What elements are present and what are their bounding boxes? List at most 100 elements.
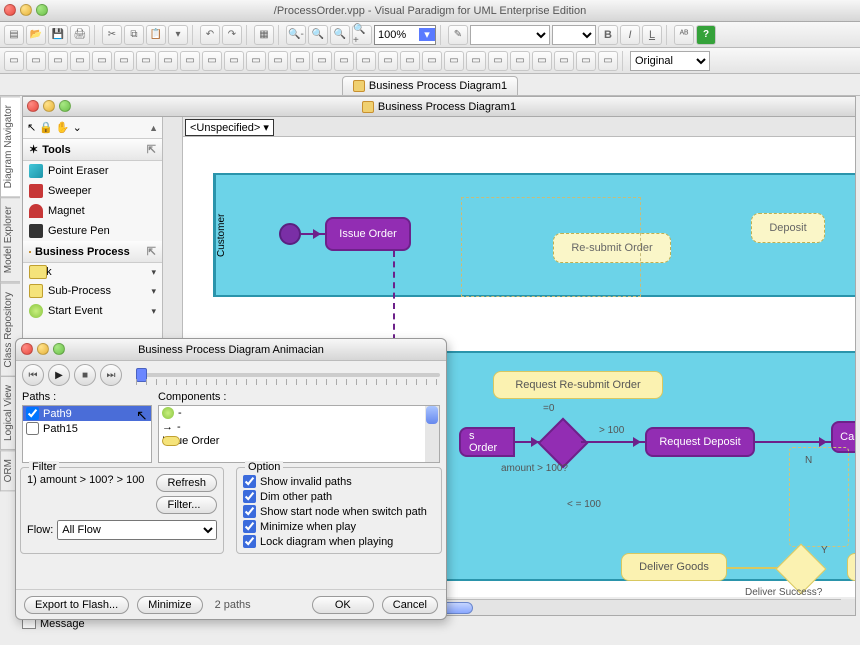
minimize-icon[interactable]	[43, 100, 55, 112]
help-icon[interactable]: ?	[696, 25, 716, 45]
cancel-button[interactable]: Cancel	[382, 596, 438, 614]
task-deposit[interactable]: Deposit	[751, 213, 825, 243]
tb2-4[interactable]: ▭	[70, 51, 90, 71]
opt-minimize-play[interactable]: Minimize when play	[243, 519, 435, 534]
lock-icon[interactable]: 🔒	[39, 121, 53, 134]
zoom-icon[interactable]	[53, 343, 65, 355]
tb2-6[interactable]: ▭	[114, 51, 134, 71]
progress-slider[interactable]	[136, 373, 440, 377]
tb2-23[interactable]: ▭	[488, 51, 508, 71]
collapse-up-icon[interactable]: ▲	[149, 123, 158, 133]
undo-icon[interactable]: ↶	[200, 25, 220, 45]
pan-icon[interactable]: ✋	[56, 121, 70, 134]
path-checkbox[interactable]	[26, 422, 39, 435]
tb2-3[interactable]: ▭	[48, 51, 68, 71]
pin-icon[interactable]: ⇱	[147, 143, 156, 156]
print-icon[interactable]: 🖨	[70, 25, 90, 45]
copy-icon[interactable]: ⧉	[124, 25, 144, 45]
redo-icon[interactable]: ↷	[222, 25, 242, 45]
zoom-fit-icon[interactable]: 🔍	[308, 25, 328, 45]
minimize-button[interactable]: Minimize	[137, 596, 202, 614]
sidetab-diagram-navigator[interactable]: Diagram Navigator	[0, 96, 20, 197]
tb2-16[interactable]: ▭	[334, 51, 354, 71]
flow-start-issue[interactable]	[301, 233, 325, 235]
animation-titlebar[interactable]: Business Process Diagram Animacian	[16, 339, 446, 361]
scrollbar-thumb[interactable]	[426, 406, 438, 424]
palette-item-sweeper[interactable]: Sweeper	[23, 181, 162, 201]
flow-select[interactable]: All Flow	[57, 520, 217, 540]
component-item[interactable]: Issue Order	[159, 434, 439, 448]
task-issue-order[interactable]: Issue Order	[325, 217, 411, 251]
flow-gw-deposit[interactable]	[581, 441, 645, 443]
spellcheck-icon[interactable]: ᴬᴮ	[674, 25, 694, 45]
paste-icon[interactable]: 📋	[146, 25, 166, 45]
new-icon[interactable]: ▤	[4, 25, 24, 45]
tb2-19[interactable]: ▭	[400, 51, 420, 71]
tb2-14[interactable]: ▭	[290, 51, 310, 71]
layout-icon[interactable]: ▦	[254, 25, 274, 45]
palette-item-sub-process[interactable]: Sub-Process▾	[23, 281, 162, 301]
task-s-order[interactable]: s Order	[459, 427, 515, 457]
tb2-18[interactable]: ▭	[378, 51, 398, 71]
tb2-10[interactable]: ▭	[202, 51, 222, 71]
minimize-icon[interactable]	[37, 343, 49, 355]
italic-icon[interactable]: I	[620, 25, 640, 45]
chevron-down-icon[interactable]: ▾	[263, 122, 269, 134]
export-flash-button[interactable]: Export to Flash...	[24, 596, 129, 614]
path-item-path15[interactable]: Path15	[23, 421, 151, 436]
sidetab-model-explorer[interactable]: Model Explorer	[0, 197, 20, 282]
tb2-8[interactable]: ▭	[158, 51, 178, 71]
size-combo[interactable]	[552, 25, 596, 45]
close-icon[interactable]	[27, 100, 39, 112]
tb2-5[interactable]: ▭	[92, 51, 112, 71]
start-event[interactable]	[279, 223, 301, 245]
zoom-out-icon[interactable]: 🔍-	[286, 25, 306, 45]
tb2-9[interactable]: ▭	[180, 51, 200, 71]
flow-deliver-gw[interactable]	[727, 567, 781, 569]
component-item[interactable]: -	[159, 406, 439, 420]
ok-button[interactable]: OK	[312, 596, 374, 614]
palette-section-business-process[interactable]: Business Process ⇱	[23, 241, 162, 263]
zoom-100-icon[interactable]: 🔍	[330, 25, 350, 45]
path-checkbox[interactable]	[26, 407, 39, 420]
paths-list[interactable]: Path9 Path15	[22, 405, 152, 463]
path-item-path9[interactable]: Path9	[23, 406, 151, 421]
play-button[interactable]: ▶	[48, 364, 70, 386]
task-request-resubmit[interactable]: Request Re-submit Order	[493, 371, 663, 399]
task-request-deposit[interactable]: Request Deposit	[645, 427, 755, 457]
tb2-25[interactable]: ▭	[532, 51, 552, 71]
more-icon[interactable]: ⌄	[73, 121, 82, 134]
tb2-20[interactable]: ▭	[422, 51, 442, 71]
tb2-27[interactable]: ▭	[576, 51, 596, 71]
zoom-icon[interactable]	[59, 100, 71, 112]
open-icon[interactable]: 📂	[26, 25, 46, 45]
opt-start-node[interactable]: Show start node when switch path	[243, 504, 435, 519]
task-c[interactable]: C	[847, 553, 855, 581]
tb2-28[interactable]: ▭	[598, 51, 618, 71]
palette-item-magnet[interactable]: Magnet	[23, 201, 162, 221]
palette-item-task[interactable]: Task▾	[23, 263, 162, 281]
tb2-12[interactable]: ▭	[246, 51, 266, 71]
pin-icon[interactable]: ⇱	[147, 245, 156, 258]
package-selector[interactable]: <Unspecified> ▾	[185, 119, 274, 136]
component-item[interactable]: →-	[159, 420, 439, 434]
minimize-icon[interactable]	[20, 4, 32, 16]
zoom-combo[interactable]: ▾	[374, 25, 436, 45]
save-icon[interactable]: 💾	[48, 25, 68, 45]
underline-icon[interactable]: L	[642, 25, 662, 45]
zoom-input[interactable]	[375, 29, 419, 41]
filter-button[interactable]: Filter...	[156, 496, 217, 514]
tb2-21[interactable]: ▭	[444, 51, 464, 71]
chevron-down-icon[interactable]: ▾	[151, 267, 156, 278]
zoom-dropdown-icon[interactable]: ▾	[419, 28, 435, 41]
forward-button[interactable]: ⏭	[100, 364, 122, 386]
chevron-down-icon[interactable]: ▾	[151, 286, 156, 297]
tb2-22[interactable]: ▭	[466, 51, 486, 71]
task-deliver-goods[interactable]: Deliver Goods	[621, 553, 727, 581]
opt-invalid-paths[interactable]: Show invalid paths	[243, 474, 435, 489]
tb2-17[interactable]: ▭	[356, 51, 376, 71]
flow-deposit-canc[interactable]	[755, 441, 831, 443]
brush-icon[interactable]: ✎	[448, 25, 468, 45]
font-combo[interactable]	[470, 25, 550, 45]
tb2-13[interactable]: ▭	[268, 51, 288, 71]
